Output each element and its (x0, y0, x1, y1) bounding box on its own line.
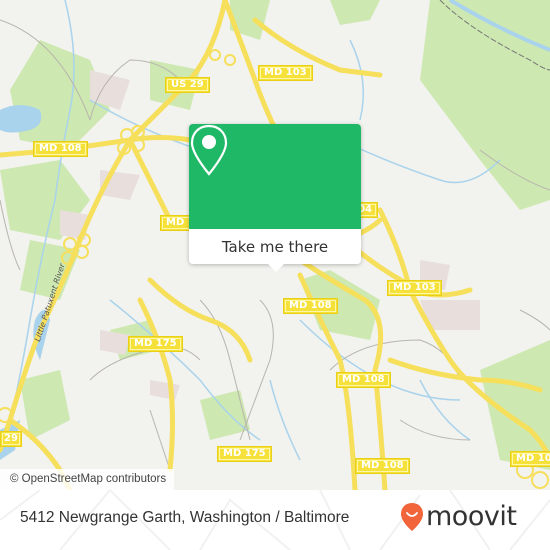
road-shield-md-175: MD 175 (217, 446, 272, 462)
popup-header (189, 124, 361, 229)
popup-pointer (268, 264, 284, 272)
road-shield-md-103: MD 103 (258, 65, 313, 81)
moovit-pin-smile-icon (401, 503, 423, 531)
map-pin-icon (190, 124, 228, 176)
road-shield-md-108: MD 108 (355, 458, 410, 474)
road-shield-us-29: US 29 (165, 77, 210, 93)
road-shield-md-108: MD 108 (33, 141, 88, 157)
map-attribution[interactable]: © OpenStreetMap contributors (0, 469, 175, 490)
location-popup: Take me there (189, 124, 361, 272)
road-shield-md-108: MD 108 (336, 372, 391, 388)
address-text: 5412 Newgrange Garth, Washington / Balti… (20, 509, 350, 526)
moovit-logo[interactable]: moovit (400, 501, 517, 532)
road-shield-md-175: MD 175 (128, 336, 183, 352)
map-view[interactable]: US 29 MD 103 MD 108 MD 108 MD 104 MD 103… (0, 0, 550, 490)
road-shield-md-100: MD 100 (510, 451, 550, 467)
take-me-there-button[interactable]: Take me there (189, 229, 361, 264)
road-shield-md-108: MD 108 (283, 298, 338, 314)
footer-bar: 5412 Newgrange Garth, Washington / Balti… (0, 490, 550, 550)
moovit-wordmark: moovit (426, 501, 517, 532)
road-shield-us-29: 29 (0, 431, 22, 447)
road-shield-md-103: MD 103 (387, 280, 442, 296)
